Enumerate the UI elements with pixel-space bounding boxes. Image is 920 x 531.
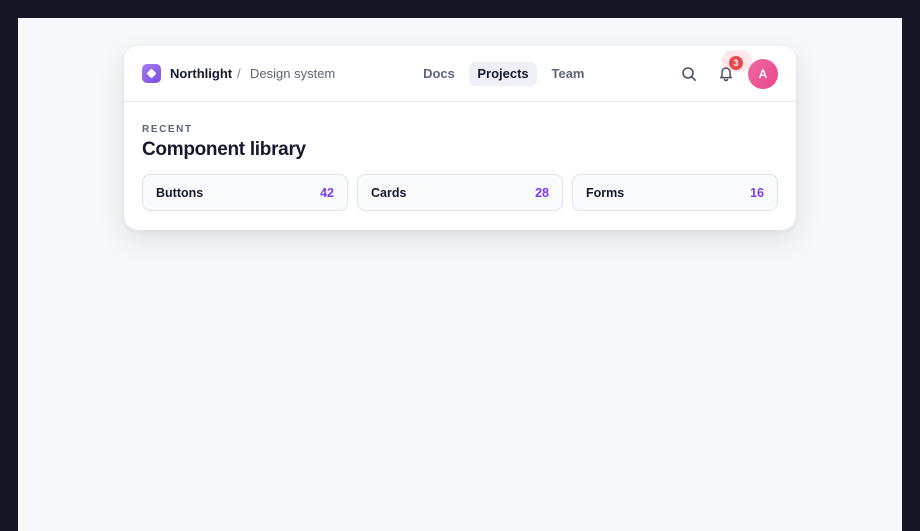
search-icon: [682, 67, 696, 81]
tile-label: Forms: [586, 186, 625, 200]
app-viewport: Northlight / Design system Docs Projects…: [18, 18, 902, 531]
tile-forms[interactable]: Forms 16: [572, 174, 778, 211]
panel-card: Northlight / Design system Docs Projects…: [124, 46, 796, 230]
tile-buttons[interactable]: Buttons 42: [142, 174, 348, 211]
user-avatar[interactable]: A: [748, 59, 778, 89]
brand-name[interactable]: Northlight: [170, 66, 232, 82]
breadcrumb-design-system[interactable]: Design system: [250, 66, 335, 82]
notification-badge: 3: [729, 56, 743, 70]
nav-team[interactable]: Team: [542, 62, 594, 86]
nav-docs[interactable]: Docs: [414, 62, 464, 86]
tile-label: Cards: [371, 186, 407, 200]
diamond-icon: [146, 68, 157, 79]
top-bar: Northlight / Design system Docs Projects…: [124, 46, 796, 102]
section-eyebrow: RECENT: [142, 124, 193, 135]
breadcrumb-separator: /: [237, 66, 241, 81]
component-tiles: Buttons 42 Cards 28 Forms 16: [142, 174, 779, 211]
tile-label: Buttons: [156, 186, 204, 200]
tile-count: 28: [535, 186, 549, 200]
nav-projects[interactable]: Projects: [469, 62, 537, 86]
search-button[interactable]: [677, 62, 701, 86]
tile-count: 16: [750, 186, 764, 200]
logo-icon[interactable]: [142, 64, 161, 83]
tile-cards[interactable]: Cards 28: [357, 174, 563, 211]
tile-count: 42: [320, 186, 334, 200]
page-title: Component library: [142, 139, 306, 160]
